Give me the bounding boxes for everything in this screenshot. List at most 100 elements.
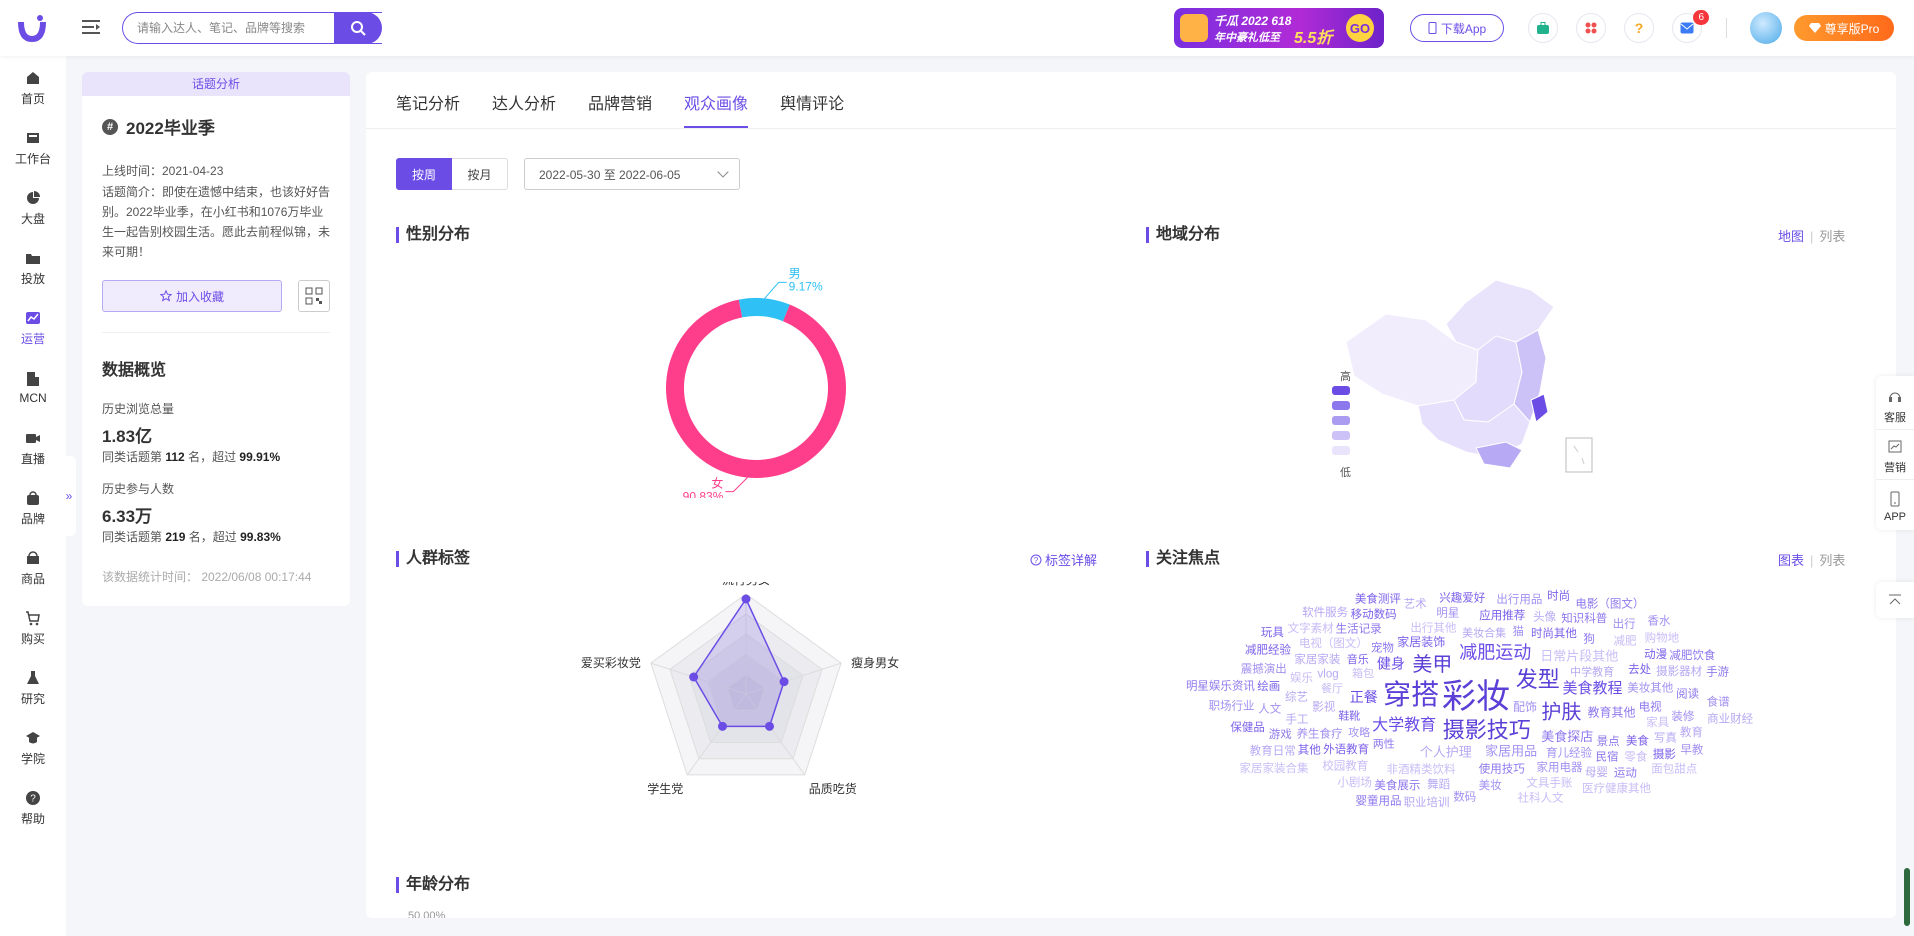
- menu-toggle-icon[interactable]: [80, 16, 102, 38]
- word-cloud-item: 装修: [1671, 709, 1694, 723]
- radar-point-0: [741, 594, 751, 604]
- workbench-icon: [27, 132, 39, 143]
- svg-text:?: ?: [30, 793, 36, 804]
- logo-icon[interactable]: [14, 10, 50, 46]
- sidebar-item-4[interactable]: 运营: [0, 300, 66, 356]
- word-cloud-item: 彩妆: [1442, 678, 1510, 716]
- sidebar-item-7[interactable]: 品牌: [0, 480, 66, 536]
- word-cloud-item: 游戏: [1269, 728, 1292, 741]
- word-cloud-item: 小剧场: [1337, 775, 1372, 789]
- chart-view-link[interactable]: 图表: [1778, 553, 1804, 568]
- search-button[interactable]: [334, 12, 382, 44]
- separator: |: [1810, 229, 1814, 244]
- messages-button[interactable]: 6: [1672, 10, 1709, 43]
- expand-sidebar-button[interactable]: »: [62, 456, 76, 536]
- stat-rank: 同类话题第 219 名，超过 99.83%: [102, 528, 281, 545]
- promo-banner[interactable]: 千瓜 2022 618 年中豪礼低至 5.5折 GO: [1174, 8, 1384, 48]
- flask-icon: [27, 670, 39, 684]
- focus-section-title: 关注焦点: [1146, 550, 1220, 568]
- tab-bar: 笔记分析 达人分析 品牌营销 观众画像 舆情评论: [396, 90, 844, 128]
- word-cloud-item: 教育日常: [1250, 744, 1296, 758]
- date-range-select[interactable]: 2022-05-30 至 2022-06-05: [524, 158, 740, 190]
- by-week-button[interactable]: 按周: [396, 158, 452, 190]
- radar-label-4: 爱买彩妆党: [581, 655, 641, 670]
- tab-1[interactable]: 达人分析: [492, 90, 556, 128]
- tab-2[interactable]: 品牌营销: [588, 90, 652, 128]
- map-view-link[interactable]: 地图: [1778, 229, 1804, 244]
- word-cloud-item: 减肥饮食: [1669, 648, 1715, 662]
- sidebar-item-2[interactable]: 大盘: [0, 180, 66, 236]
- word-cloud-item: 鞋靴: [1338, 708, 1360, 722]
- tag-details-link[interactable]: ? 标签详解: [1030, 550, 1097, 569]
- word-cloud-item: 明星娱乐资讯: [1186, 679, 1255, 693]
- rank-number: 219: [165, 530, 186, 544]
- word-cloud-item: 出行其他: [1410, 620, 1456, 634]
- add-favorite-button[interactable]: 加入收藏: [102, 280, 282, 312]
- video-icon: [26, 433, 40, 443]
- right-tool-1[interactable]: 营销: [1876, 434, 1914, 480]
- list-view-link[interactable]: 列表: [1819, 229, 1845, 244]
- topic-info-card: 话题分析 # 2022毕业季 上线时间：2021-04-23 话题简介：即使在遗…: [82, 72, 350, 606]
- word-cloud-item: 景点: [1597, 735, 1620, 748]
- folder-icon: [26, 253, 40, 264]
- sidebar-item-11[interactable]: 学院: [0, 720, 66, 776]
- sidebar-item-label: 直播: [20, 451, 45, 466]
- avatar[interactable]: [1750, 12, 1782, 44]
- word-cloud-item: 震撼演出: [1241, 661, 1287, 675]
- apps-button[interactable]: [1576, 13, 1606, 43]
- by-month-button[interactable]: 按月: [452, 158, 508, 190]
- radar-point-4: [689, 672, 699, 682]
- app-root: 千瓜 2022 618 年中豪礼低至 5.5折 GO 下载App ? 6 尊享版…: [0, 0, 1914, 936]
- region-view-switch: 地图 | 列表: [1778, 226, 1845, 245]
- qr-code-button[interactable]: [298, 280, 330, 312]
- stat-time: 该数据统计时间： 2022/06/08 00:17:44: [102, 570, 312, 584]
- sidebar-item-9[interactable]: 购买: [0, 600, 66, 656]
- tab-3[interactable]: 观众画像: [684, 90, 749, 128]
- radar-point-1: [779, 677, 789, 687]
- download-app-button[interactable]: 下载App: [1410, 14, 1504, 42]
- south-sea-islands: [1573, 445, 1585, 465]
- sidebar-item-8[interactable]: 商品: [0, 540, 66, 596]
- tab-0[interactable]: 笔记分析: [396, 90, 460, 128]
- word-cloud-item: 美食教程: [1562, 680, 1622, 697]
- sidebar-item-1[interactable]: 工作台: [0, 120, 66, 176]
- right-tool-0[interactable]: 客服: [1876, 384, 1914, 430]
- overview-title: 数据概览: [102, 362, 167, 379]
- list-view-link[interactable]: 列表: [1819, 553, 1845, 568]
- sidebar-item-6[interactable]: 直播: [0, 420, 66, 476]
- stat-label: 历史参与人数: [102, 482, 175, 496]
- back-to-top-button[interactable]: [1876, 582, 1914, 618]
- sidebar-item-12[interactable]: ? 帮助: [0, 780, 66, 836]
- tab-4[interactable]: 舆情评论: [780, 90, 844, 128]
- word-cloud-item: 影视: [1312, 699, 1335, 713]
- donut-slice-1: [738, 298, 790, 322]
- sidebar-item-3[interactable]: 投放: [0, 240, 66, 296]
- gift-icon: [1180, 14, 1208, 42]
- sidebar-item-0[interactable]: 首页: [0, 60, 66, 116]
- word-cloud-item: 护肤: [1541, 701, 1581, 724]
- right-tool-2[interactable]: APP: [1876, 484, 1914, 530]
- word-cloud-item: 非酒精类饮料: [1387, 762, 1456, 776]
- age-axis-top-label: 50.00%: [408, 910, 446, 918]
- topic-intro: 话题简介：即使在遗憾中结束，也该好好告别。2022毕业季，在小红书和1076万毕…: [102, 185, 331, 259]
- word-cloud-item: 零食: [1624, 750, 1648, 764]
- scrollbar-thumb[interactable]: [1904, 868, 1910, 926]
- focus-view-switch: 图表 | 列表: [1778, 550, 1845, 569]
- sidebar-item-5[interactable]: MCN: [0, 360, 66, 416]
- word-cloud-item: 面包甜点: [1651, 763, 1697, 776]
- word-cloud-item: 软件服务: [1302, 605, 1348, 619]
- china-map[interactable]: [1326, 272, 1626, 502]
- question-button[interactable]: ?: [1624, 13, 1654, 43]
- right-toolbar: 客服 营销 APP: [1876, 376, 1914, 530]
- word-cloud-item: 家居家装合集: [1240, 761, 1309, 775]
- sidebar-item-10[interactable]: 研究: [0, 660, 66, 716]
- word-cloud-item: 时尚其他: [1531, 626, 1577, 640]
- word-cloud-item: 攻略: [1348, 725, 1370, 739]
- sidebar-item-label: 商品: [20, 571, 45, 586]
- word-cloud-item: 人文: [1258, 702, 1281, 716]
- legend-high: 高: [1340, 371, 1351, 383]
- banner-go[interactable]: GO: [1346, 14, 1374, 42]
- rank-middle: 名，超过: [188, 530, 237, 544]
- pro-button[interactable]: 尊享版Pro: [1794, 15, 1894, 41]
- workbench-shortcut-button[interactable]: [1528, 13, 1558, 43]
